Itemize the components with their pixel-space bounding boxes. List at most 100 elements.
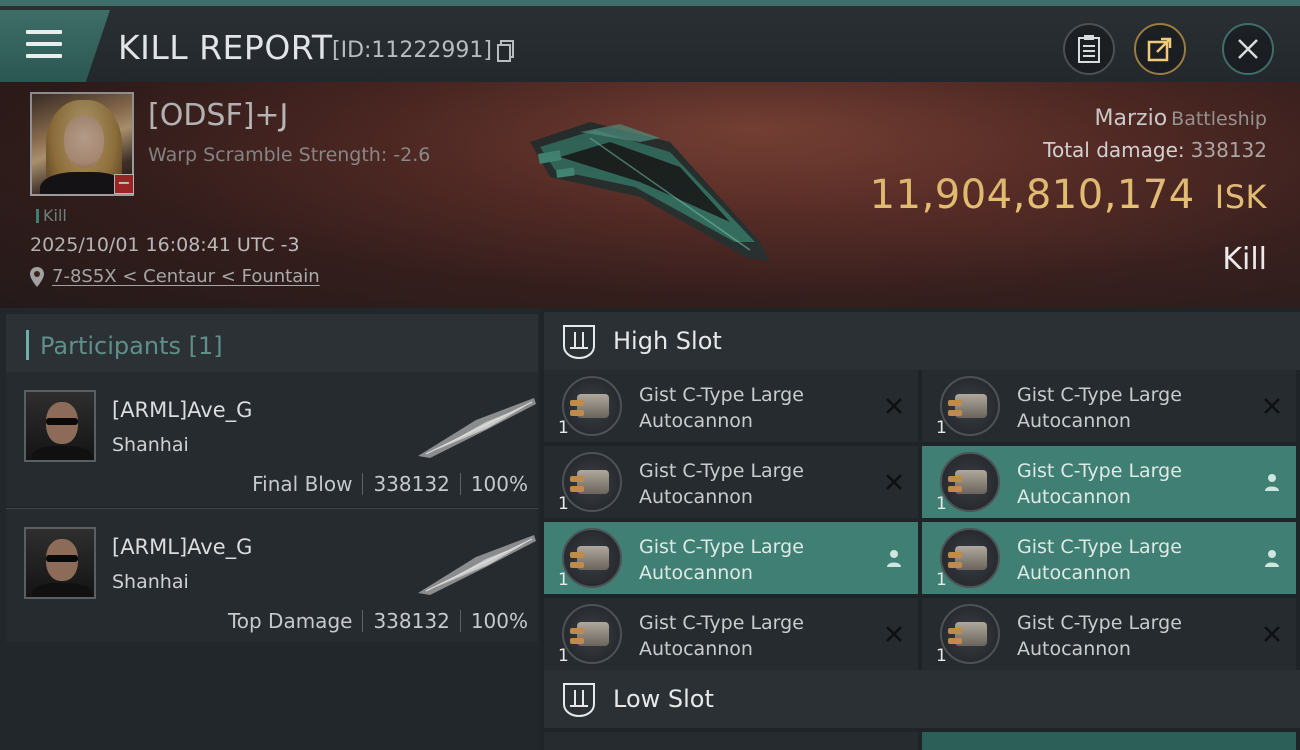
top-bar: KILL REPORT [ID:11222991] — [0, 0, 1300, 82]
autocannon-icon — [940, 528, 1000, 588]
participant-name[interactable]: [ARML]Ave_G — [112, 535, 252, 559]
ship-render — [530, 122, 770, 262]
module-name: Gist C-Type Large Autocannon — [639, 612, 804, 660]
destroyed-x-icon — [886, 626, 902, 642]
victim-portrait[interactable] — [30, 92, 134, 196]
ship-info: Marzio Battleship — [1095, 106, 1267, 131]
module-quantity: 1 — [558, 570, 569, 590]
participant-corp: Shanhai — [112, 434, 189, 456]
autocannon-icon — [940, 452, 1000, 512]
participant-role: Top Damage — [227, 609, 353, 633]
participant-ship-icon — [418, 398, 536, 458]
destroyed-x-icon — [1264, 626, 1280, 642]
close-button[interactable] — [1222, 23, 1274, 75]
module-name: Gist C-Type Large Autocannon — [1017, 460, 1182, 508]
module-slot[interactable]: 1 Gist C-Type Large Autocannon — [544, 522, 918, 594]
high-slot-label: High Slot — [613, 327, 722, 355]
copy-icon[interactable] — [497, 40, 515, 62]
dropped-person-icon — [1265, 474, 1279, 491]
autocannon-icon — [940, 604, 1000, 664]
module-quantity: 1 — [936, 418, 947, 438]
participant-damage: 338132 — [373, 609, 450, 633]
module-slot[interactable]: 1 Gist C-Type Large Autocannon — [922, 370, 1296, 442]
isk-unit: ISK — [1214, 178, 1267, 216]
participant-row[interactable]: [ARML]Ave_G Shanhai Top Damage 338132 10… — [6, 508, 538, 642]
dropped-person-icon — [887, 550, 901, 567]
location-pin-icon — [30, 266, 44, 287]
module-quantity: 1 — [936, 646, 947, 666]
participant-corp: Shanhai — [112, 571, 189, 593]
module-slot-partial[interactable] — [544, 732, 918, 750]
participant-row[interactable]: [ARML]Ave_G Shanhai Final Blow 338132 10… — [6, 372, 538, 506]
autocannon-icon — [562, 528, 622, 588]
participant-percent: 100% — [470, 609, 528, 633]
isk-value: 11,904,810,174 ISK — [870, 172, 1267, 218]
module-slot[interactable]: 1 Gist C-Type Large Autocannon — [922, 598, 1296, 670]
participant-percent: 100% — [470, 472, 528, 496]
total-damage: Total damage: 338132 — [1043, 138, 1267, 162]
dropped-person-icon — [1265, 550, 1279, 567]
participant-name[interactable]: [ARML]Ave_G — [112, 398, 252, 422]
location-link[interactable]: 7-8S5X < Centaur < Fountain — [52, 266, 320, 287]
module-quantity: 1 — [558, 418, 569, 438]
participant-avatar[interactable] — [24, 390, 96, 462]
participants-panel: Participants [1] [ARML]Ave_G Shanhai Fin… — [0, 308, 540, 750]
clipboard-button[interactable] — [1063, 23, 1115, 75]
participant-avatar[interactable] — [24, 527, 96, 599]
kill-location[interactable]: 7-8S5X < Centaur < Fountain — [30, 266, 320, 287]
close-icon — [1238, 39, 1258, 59]
module-slot[interactable]: 1 Gist C-Type Large Autocannon — [922, 522, 1296, 594]
kill-hero-panel: − [ODSF]+J Warp Scramble Strength: -2.6 … — [0, 82, 1300, 308]
high-slot-header[interactable]: High Slot — [544, 312, 1300, 370]
module-slot[interactable]: 1 Gist C-Type Large Autocannon — [544, 370, 918, 442]
module-slot[interactable]: 1 Gist C-Type Large Autocannon — [544, 598, 918, 670]
clipboard-icon — [1078, 35, 1100, 63]
autocannon-icon — [562, 452, 622, 512]
participant-role: Final Blow — [252, 472, 353, 496]
page-title: KILL REPORT — [118, 28, 333, 67]
menu-tab[interactable] — [0, 10, 110, 82]
low-slot-header[interactable]: Low Slot — [544, 670, 1300, 728]
participant-stats: Final Blow 338132 100% — [252, 472, 528, 496]
warp-scramble-strength: Warp Scramble Strength: -2.6 — [148, 144, 431, 166]
module-name: Gist C-Type Large Autocannon — [639, 536, 804, 584]
participant-stats: Top Damage 338132 100% — [228, 609, 528, 633]
victim-name[interactable]: [ODSF]+J — [148, 98, 288, 133]
participant-ship-icon — [418, 535, 536, 595]
module-slot[interactable]: 1 Gist C-Type Large Autocannon — [922, 446, 1296, 518]
participants-header[interactable]: Participants [1] — [6, 314, 538, 372]
module-name: Gist C-Type Large Autocannon — [639, 460, 804, 508]
kill-datetime: 2025/10/01 16:08:41 UTC -3 — [30, 234, 300, 256]
module-name: Gist C-Type Large Autocannon — [639, 384, 804, 432]
module-name: Gist C-Type Large Autocannon — [1017, 536, 1182, 584]
autocannon-icon — [562, 604, 622, 664]
module-slot[interactable]: 1 Gist C-Type Large Autocannon — [544, 446, 918, 518]
isk-amount: 11,904,810,174 — [869, 172, 1195, 218]
module-quantity: 1 — [558, 494, 569, 514]
hamburger-menu-icon[interactable] — [26, 30, 62, 58]
report-id: [ID:11222991] — [332, 38, 492, 63]
module-slot-partial[interactable] — [922, 732, 1296, 750]
fitting-slots-panel: High Slot 1 Gist C-Type Large Autocannon … — [540, 308, 1300, 750]
low-slot-icon — [563, 683, 595, 718]
destroyed-x-icon — [886, 398, 902, 414]
destroyed-x-icon — [1264, 398, 1280, 414]
ship-class: Battleship — [1171, 108, 1267, 130]
kill-tag: Kill — [36, 206, 67, 225]
high-slot-icon — [563, 325, 595, 360]
module-quantity: 1 — [936, 494, 947, 514]
kill-result: Kill — [1222, 242, 1267, 277]
total-damage-value: 338132 — [1190, 138, 1267, 162]
hostile-minus-badge: − — [114, 174, 134, 194]
module-name: Gist C-Type Large Autocannon — [1017, 384, 1182, 432]
destroyed-x-icon — [886, 474, 902, 490]
participants-count: [1] — [188, 332, 223, 360]
autocannon-icon — [562, 376, 622, 436]
share-button[interactable] — [1134, 23, 1186, 75]
module-quantity: 1 — [558, 646, 569, 666]
autocannon-icon — [940, 376, 1000, 436]
participants-title: Participants [1] — [40, 332, 223, 360]
low-slot-label: Low Slot — [613, 685, 714, 713]
ship-name[interactable]: Marzio — [1095, 106, 1168, 131]
participant-damage: 338132 — [373, 472, 450, 496]
